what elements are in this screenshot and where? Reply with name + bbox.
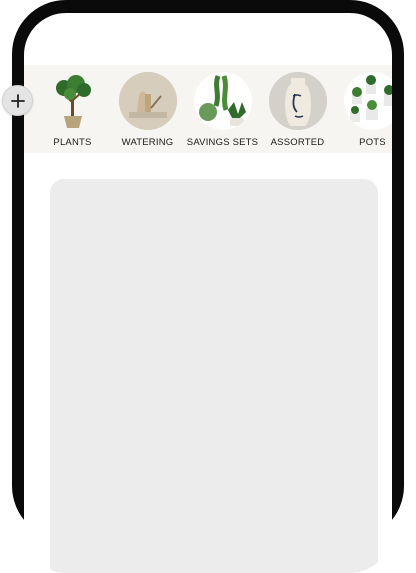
- face-vase-icon: [268, 72, 327, 130]
- category-label: PLANTS: [53, 137, 92, 148]
- category-pots[interactable]: POTS: [335, 72, 392, 148]
- phone-screen: PLANTS WATERING SAVINGS SETS ASSORTED PO…: [24, 13, 392, 573]
- plant-set-icon: [193, 72, 252, 130]
- category-label: SAVINGS SETS: [186, 137, 259, 148]
- category-watering[interactable]: WATERING: [110, 72, 185, 148]
- add-button[interactable]: [2, 85, 33, 116]
- phone-frame: PLANTS WATERING SAVINGS SETS ASSORTED PO…: [12, 0, 404, 573]
- category-label: ASSORTED: [270, 137, 325, 148]
- category-strip: PLANTS WATERING SAVINGS SETS ASSORTED PO…: [24, 65, 392, 153]
- bonsai-tree-icon: [43, 72, 102, 130]
- content-placeholder: [50, 179, 378, 573]
- category-label: POTS: [359, 137, 386, 148]
- category-label: WATERING: [121, 137, 174, 148]
- category-savings-sets[interactable]: SAVINGS SETS: [185, 72, 260, 148]
- category-assorted[interactable]: ASSORTED: [260, 72, 335, 148]
- watering-can-icon: [118, 72, 177, 130]
- plus-icon: [10, 93, 25, 108]
- category-plants[interactable]: PLANTS: [35, 72, 110, 148]
- potted-succulents-icon: [343, 72, 392, 130]
